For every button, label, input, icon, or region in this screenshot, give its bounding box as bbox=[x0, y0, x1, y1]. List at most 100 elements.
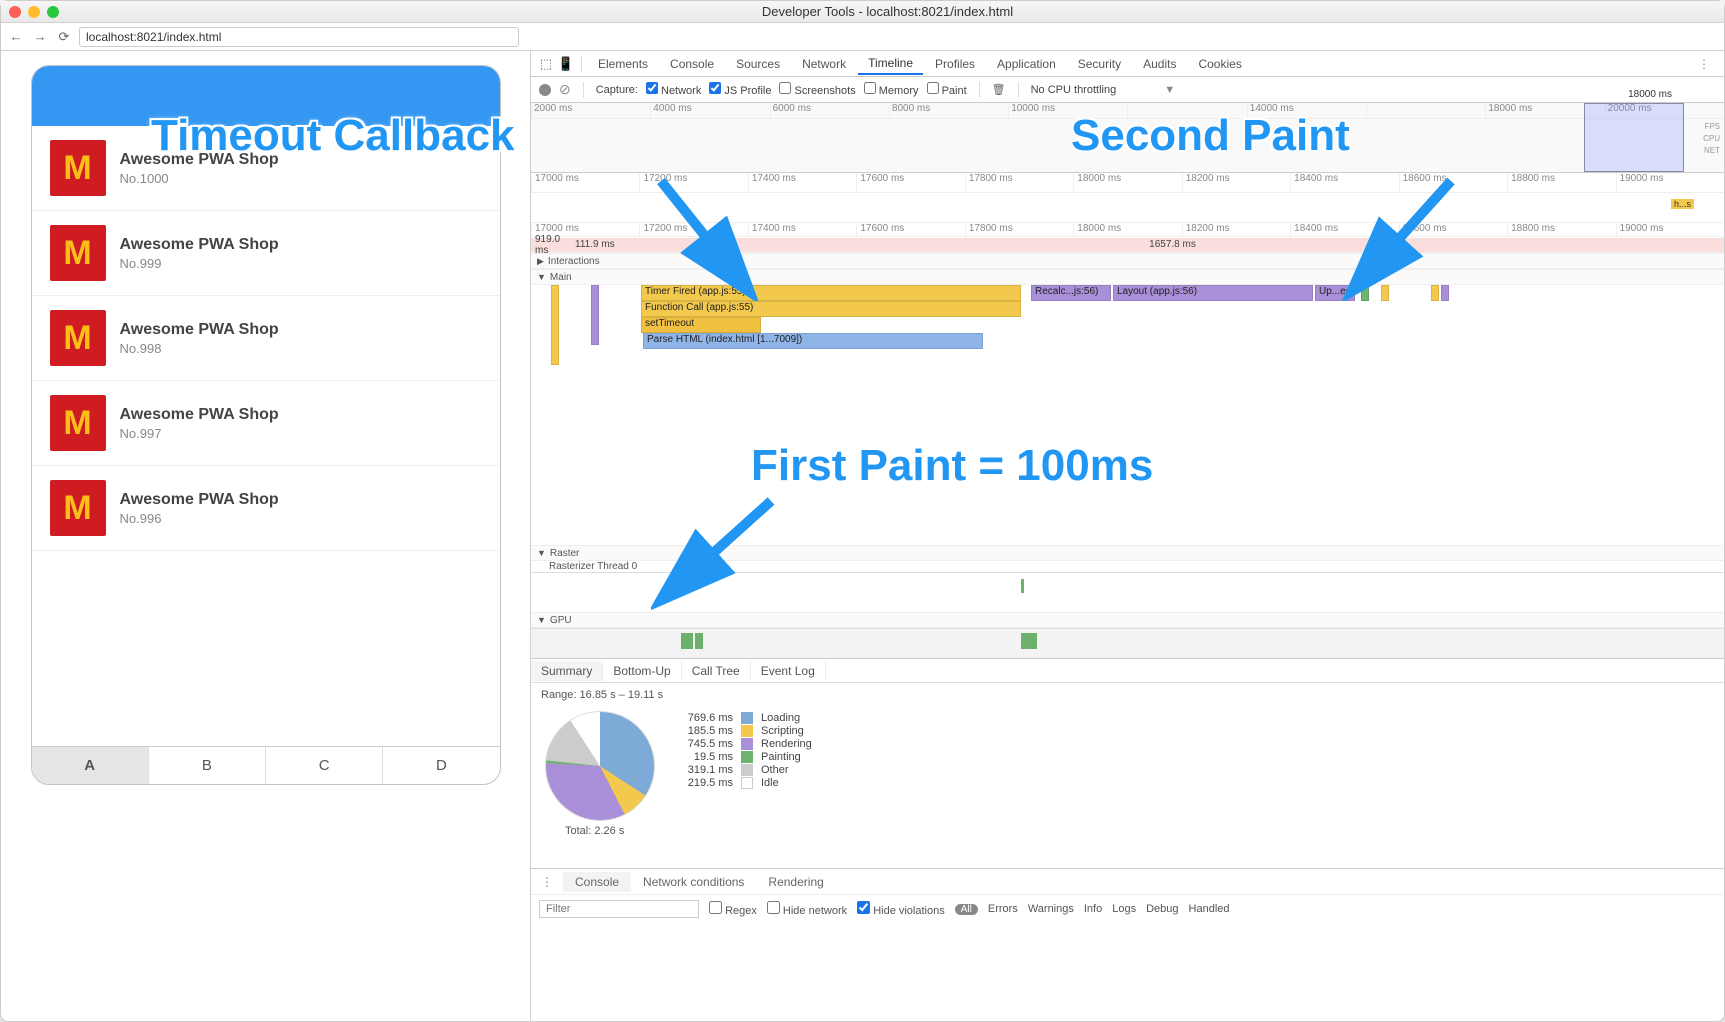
summary-pie-chart bbox=[545, 711, 655, 821]
gpu-track bbox=[531, 628, 1724, 658]
hide-violations-checkbox[interactable]: Hide violations bbox=[857, 901, 945, 917]
chip-errors[interactable]: Errors bbox=[988, 903, 1018, 915]
hide-network-checkbox[interactable]: Hide network bbox=[767, 901, 847, 917]
zoom-ruler-b[interactable]: 17000 ms17200 ms17400 ms17600 ms17800 ms… bbox=[531, 223, 1724, 237]
tab-b[interactable]: B bbox=[149, 747, 266, 784]
chip-all[interactable]: All bbox=[955, 904, 978, 915]
section-gpu[interactable]: ▼GPU bbox=[531, 612, 1724, 628]
flame-chart[interactable]: Timer Fired (app.js:55) Recalc...js:56) … bbox=[531, 285, 1724, 545]
tab-network[interactable]: Network bbox=[792, 54, 856, 74]
capture-memory[interactable]: Memory bbox=[864, 82, 919, 97]
console-filter-input[interactable] bbox=[539, 900, 699, 918]
url-text: localhost:8021/index.html bbox=[86, 30, 221, 44]
chip-warnings[interactable]: Warnings bbox=[1028, 903, 1074, 915]
inspect-icon[interactable]: ⬚ bbox=[537, 56, 555, 72]
section-main[interactable]: ▼Main bbox=[531, 269, 1724, 285]
overview-selection[interactable] bbox=[1584, 103, 1684, 172]
item-title: Awesome PWA Shop bbox=[120, 321, 279, 339]
drawer-tab-rendering[interactable]: Rendering bbox=[756, 872, 835, 892]
record-button[interactable] bbox=[539, 84, 551, 96]
browser-toolbar: ← → ⟳ localhost:8021/index.html bbox=[1, 23, 1724, 51]
clear-button[interactable]: ⊘ bbox=[559, 81, 571, 98]
tab-profiles[interactable]: Profiles bbox=[925, 54, 985, 74]
summary-legend: 769.6 msLoading 185.5 msScripting 745.5 … bbox=[673, 711, 812, 790]
legend-swatch-scripting bbox=[741, 725, 753, 737]
drawer-tab-console[interactable]: Console bbox=[563, 872, 631, 892]
trash-icon[interactable]: 🗑 bbox=[992, 83, 1006, 96]
summary-tab-calltree[interactable]: Call Tree bbox=[682, 661, 751, 681]
capture-screenshots[interactable]: Screenshots bbox=[779, 82, 855, 97]
list-item[interactable]: MAwesome PWA ShopNo.997 bbox=[32, 381, 500, 466]
flame-function-call[interactable]: Function Call (app.js:55) bbox=[641, 301, 1021, 317]
tab-d[interactable]: D bbox=[383, 747, 499, 784]
chevron-down-icon[interactable]: ▼ bbox=[1164, 84, 1175, 96]
drawer-menu-icon[interactable]: ⋮ bbox=[531, 875, 563, 889]
flame-settimeout[interactable]: setTimeout bbox=[641, 317, 761, 333]
tab-a[interactable]: A bbox=[32, 747, 149, 784]
flame-sliver bbox=[1431, 285, 1439, 301]
summary-tab-summary[interactable]: Summary bbox=[531, 661, 603, 681]
app-header bbox=[32, 66, 500, 126]
capture-paint[interactable]: Paint bbox=[927, 82, 967, 97]
tab-security[interactable]: Security bbox=[1068, 54, 1131, 74]
flame-layout[interactable]: Layout (app.js:56) bbox=[1113, 285, 1313, 301]
flame-parse-html[interactable]: Parse HTML (index.html [1...7009]) bbox=[643, 333, 983, 349]
chip-handled[interactable]: Handled bbox=[1189, 903, 1230, 915]
item-sub: No.999 bbox=[120, 256, 279, 271]
flame-recalc[interactable]: Recalc...js:56) bbox=[1031, 285, 1111, 301]
legend-swatch-other bbox=[741, 764, 753, 776]
list-item[interactable]: MAwesome PWA ShopNo.999 bbox=[32, 211, 500, 296]
forward-button[interactable]: → bbox=[31, 29, 49, 44]
section-interactions[interactable]: ▶Interactions bbox=[531, 253, 1724, 269]
chip-info[interactable]: Info bbox=[1084, 903, 1102, 915]
address-bar[interactable]: localhost:8021/index.html bbox=[79, 27, 519, 47]
cpu-throttle-select[interactable]: No CPU throttling bbox=[1031, 84, 1117, 96]
tab-cookies[interactable]: Cookies bbox=[1188, 54, 1251, 74]
chip-logs[interactable]: Logs bbox=[1112, 903, 1136, 915]
timing-right-badge: h...s bbox=[1671, 199, 1694, 209]
back-button[interactable]: ← bbox=[7, 29, 25, 44]
item-sub: No.997 bbox=[120, 426, 279, 441]
section-raster[interactable]: ▼Raster bbox=[531, 545, 1724, 561]
tab-audits[interactable]: Audits bbox=[1133, 54, 1186, 74]
item-title: Awesome PWA Shop bbox=[120, 406, 279, 424]
overview-highlight-label: 18000 ms bbox=[1626, 89, 1674, 100]
gpu-tick bbox=[695, 633, 703, 649]
maximize-icon[interactable] bbox=[47, 6, 59, 18]
list-item[interactable]: MAwesome PWA ShopNo.1000 bbox=[32, 126, 500, 211]
flame-update[interactable]: Up...ee bbox=[1315, 285, 1355, 301]
capture-jsprofile[interactable]: JS Profile bbox=[709, 82, 771, 97]
summary-tab-bottomup[interactable]: Bottom-Up bbox=[603, 661, 681, 681]
close-icon[interactable] bbox=[9, 6, 21, 18]
item-sub: No.996 bbox=[120, 511, 279, 526]
tab-console[interactable]: Console bbox=[660, 54, 724, 74]
drawer-tab-network[interactable]: Network conditions bbox=[631, 872, 756, 892]
reload-button[interactable]: ⟳ bbox=[55, 29, 73, 45]
flame-sliver bbox=[591, 285, 599, 345]
shop-list[interactable]: MAwesome PWA ShopNo.1000 MAwesome PWA Sh… bbox=[32, 126, 500, 746]
zoom-ruler-a[interactable]: 17000 ms17200 ms17400 ms17600 ms17800 ms… bbox=[531, 173, 1724, 193]
regex-checkbox[interactable]: Regex bbox=[709, 901, 757, 917]
list-item[interactable]: MAwesome PWA ShopNo.998 bbox=[32, 296, 500, 381]
tab-c[interactable]: C bbox=[266, 747, 383, 784]
flame-timer-fired[interactable]: Timer Fired (app.js:55) bbox=[641, 285, 1021, 301]
flame-sliver bbox=[551, 285, 559, 365]
mcdonalds-logo-icon: M bbox=[50, 310, 106, 366]
tab-elements[interactable]: Elements bbox=[588, 54, 658, 74]
tab-timeline[interactable]: Timeline bbox=[858, 53, 923, 75]
console-drawer: ⋮ Console Network conditions Rendering R… bbox=[531, 868, 1724, 924]
minimize-icon[interactable] bbox=[28, 6, 40, 18]
tab-sources[interactable]: Sources bbox=[726, 54, 790, 74]
capture-network[interactable]: Network bbox=[646, 82, 701, 97]
chip-debug[interactable]: Debug bbox=[1146, 903, 1178, 915]
device-toggle-icon[interactable]: 📱 bbox=[557, 56, 575, 72]
devtools-menu-icon[interactable]: ⋮ bbox=[1690, 57, 1718, 71]
legend-swatch-loading bbox=[741, 712, 753, 724]
timeline-overview[interactable]: 2000 ms4000 ms6000 ms8000 ms10000 ms1400… bbox=[531, 103, 1724, 173]
list-item[interactable]: MAwesome PWA ShopNo.996 bbox=[32, 466, 500, 551]
tab-application[interactable]: Application bbox=[987, 54, 1066, 74]
timeline-toolbar: ⊘ Capture: Network JS Profile Screenshot… bbox=[531, 77, 1724, 103]
summary-tab-eventlog[interactable]: Event Log bbox=[751, 661, 826, 681]
capture-label: Capture: bbox=[596, 84, 638, 96]
raster-tick bbox=[1021, 579, 1024, 593]
